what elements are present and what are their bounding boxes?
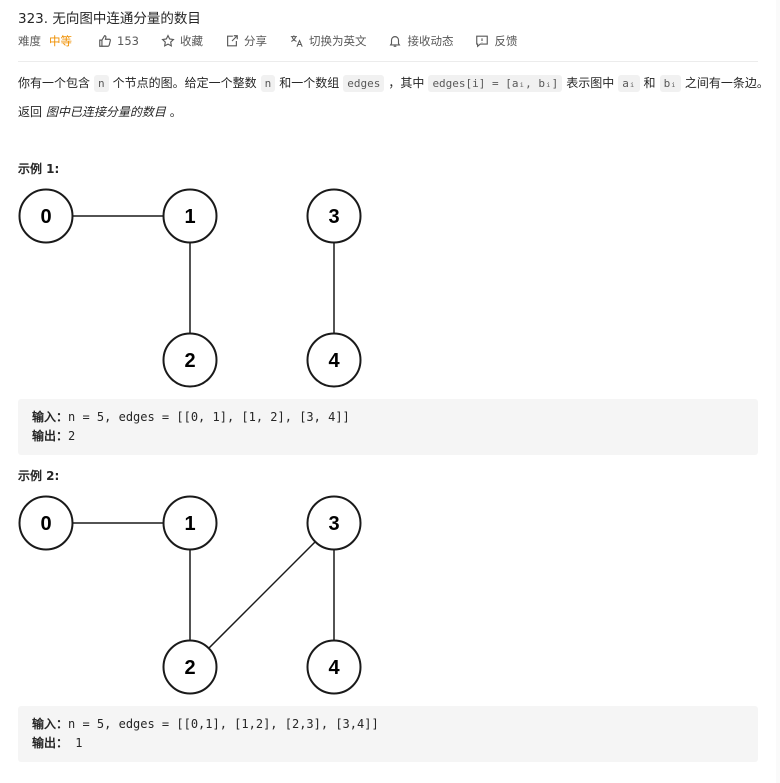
desc-text: 个节点的图。给定一个整数 — [112, 76, 257, 90]
output-label: 输出： — [32, 429, 69, 443]
translate-icon — [290, 35, 303, 47]
inline-code-edge-def: edges[i] = [aᵢ, bᵢ] — [428, 75, 563, 92]
desc-text: ，其中 — [388, 76, 425, 90]
example-2-graph: 0 1 2 3 4 — [18, 495, 362, 695]
example-2-input-line: 输入：n = 5, edges = [[0,1], [1,2], [2,3], … — [32, 715, 379, 732]
share-label: 分享 — [243, 34, 267, 48]
node-label: 1 — [184, 206, 195, 228]
input-value: n = 5, edges = [[0,1], [1,2], [2,3], [3,… — [68, 717, 379, 731]
favorite-label: 收藏 — [179, 34, 203, 48]
inline-code-ai: aᵢ — [618, 75, 640, 92]
like-count: 153 — [117, 34, 139, 48]
like-button[interactable]: 153 — [98, 34, 139, 48]
node-label: 3 — [328, 206, 339, 228]
header-divider — [18, 61, 758, 62]
graph-edge — [189, 522, 335, 668]
node-label: 4 — [328, 350, 340, 372]
desc-text: 和一个数组 — [279, 76, 340, 90]
switch-language-label: 切换为英文 — [308, 34, 367, 48]
problem-meta-bar: 难度 中等 153 收藏 分享 切换为英文 接收动态 反馈 — [18, 32, 539, 50]
star-icon — [161, 34, 175, 47]
switch-language-button[interactable]: 切换为英文 — [289, 33, 367, 49]
feedback-label: 反馈 — [494, 34, 518, 48]
node-label: 3 — [328, 513, 339, 535]
desc-text: 之间有一条边。 — [684, 76, 769, 90]
example-1-output-line: 输出：2 — [32, 427, 75, 444]
subscribe-label: 接收动态 — [407, 34, 454, 48]
desc-text: 和 — [643, 76, 656, 90]
example-1-input-line: 输入：n = 5, edges = [[0, 1], [1, 2], [3, 4… — [32, 408, 350, 425]
node-label: 1 — [184, 513, 195, 535]
inline-code-bi: bᵢ — [659, 75, 681, 92]
node-label: 2 — [184, 350, 195, 372]
output-label: 输出： — [32, 736, 69, 750]
description-paragraph-2: 返回 图中已连接分量的数目 。 — [18, 103, 182, 120]
input-label: 输入： — [32, 410, 69, 424]
share-button[interactable]: 分享 — [225, 33, 267, 49]
feedback-button[interactable]: 反馈 — [475, 33, 517, 49]
difficulty-badge: 中等 — [49, 34, 72, 48]
inline-code-n: n — [260, 75, 276, 92]
feedback-icon — [476, 35, 489, 48]
node-label: 0 — [40, 513, 51, 535]
example-2-codebox: 输入：n = 5, edges = [[0,1], [1,2], [2,3], … — [18, 706, 758, 762]
desc-emphasis: 图中已连接分量的数目 — [45, 105, 166, 119]
output-value: 1 — [68, 736, 83, 750]
scrollbar[interactable] — [776, 0, 780, 783]
subscribe-button[interactable]: 接收动态 — [388, 33, 453, 49]
input-value: n = 5, edges = [[0, 1], [1, 2], [3, 4]] — [68, 410, 350, 424]
desc-text: 你有一个包含 — [18, 76, 91, 90]
desc-text: 。 — [169, 105, 182, 119]
description-paragraph-1: 你有一个包含 n 个节点的图。给定一个整数 n 和一个数组 edges ，其中 edges[i… — [18, 74, 769, 92]
example-2-output-line: 输出： 1 — [32, 734, 82, 751]
example-1-graph: 0 1 2 3 4 — [18, 188, 362, 388]
node-label: 4 — [328, 657, 340, 679]
input-label: 输入： — [32, 717, 69, 731]
node-label: 0 — [40, 206, 51, 228]
inline-code-edges: edges — [343, 75, 385, 92]
problem-title: 323. 无向图中连通分量的数目 — [18, 11, 201, 27]
desc-text: 表示图中 — [566, 76, 615, 90]
example-1-title: 示例 1: — [18, 162, 60, 176]
difficulty-label: 难度 — [18, 34, 41, 48]
inline-code-n: n — [94, 75, 109, 92]
bell-icon — [390, 36, 401, 47]
desc-text: 返回 — [18, 105, 43, 119]
favorite-button[interactable]: 收藏 — [161, 33, 203, 49]
output-value: 2 — [68, 429, 76, 443]
thumbs-up-icon — [99, 35, 111, 47]
node-label: 2 — [184, 657, 195, 679]
example-1-codebox: 输入：n = 5, edges = [[0, 1], [1, 2], [3, 4… — [18, 399, 758, 455]
share-icon — [227, 35, 238, 47]
example-2-title: 示例 2: — [18, 469, 60, 483]
